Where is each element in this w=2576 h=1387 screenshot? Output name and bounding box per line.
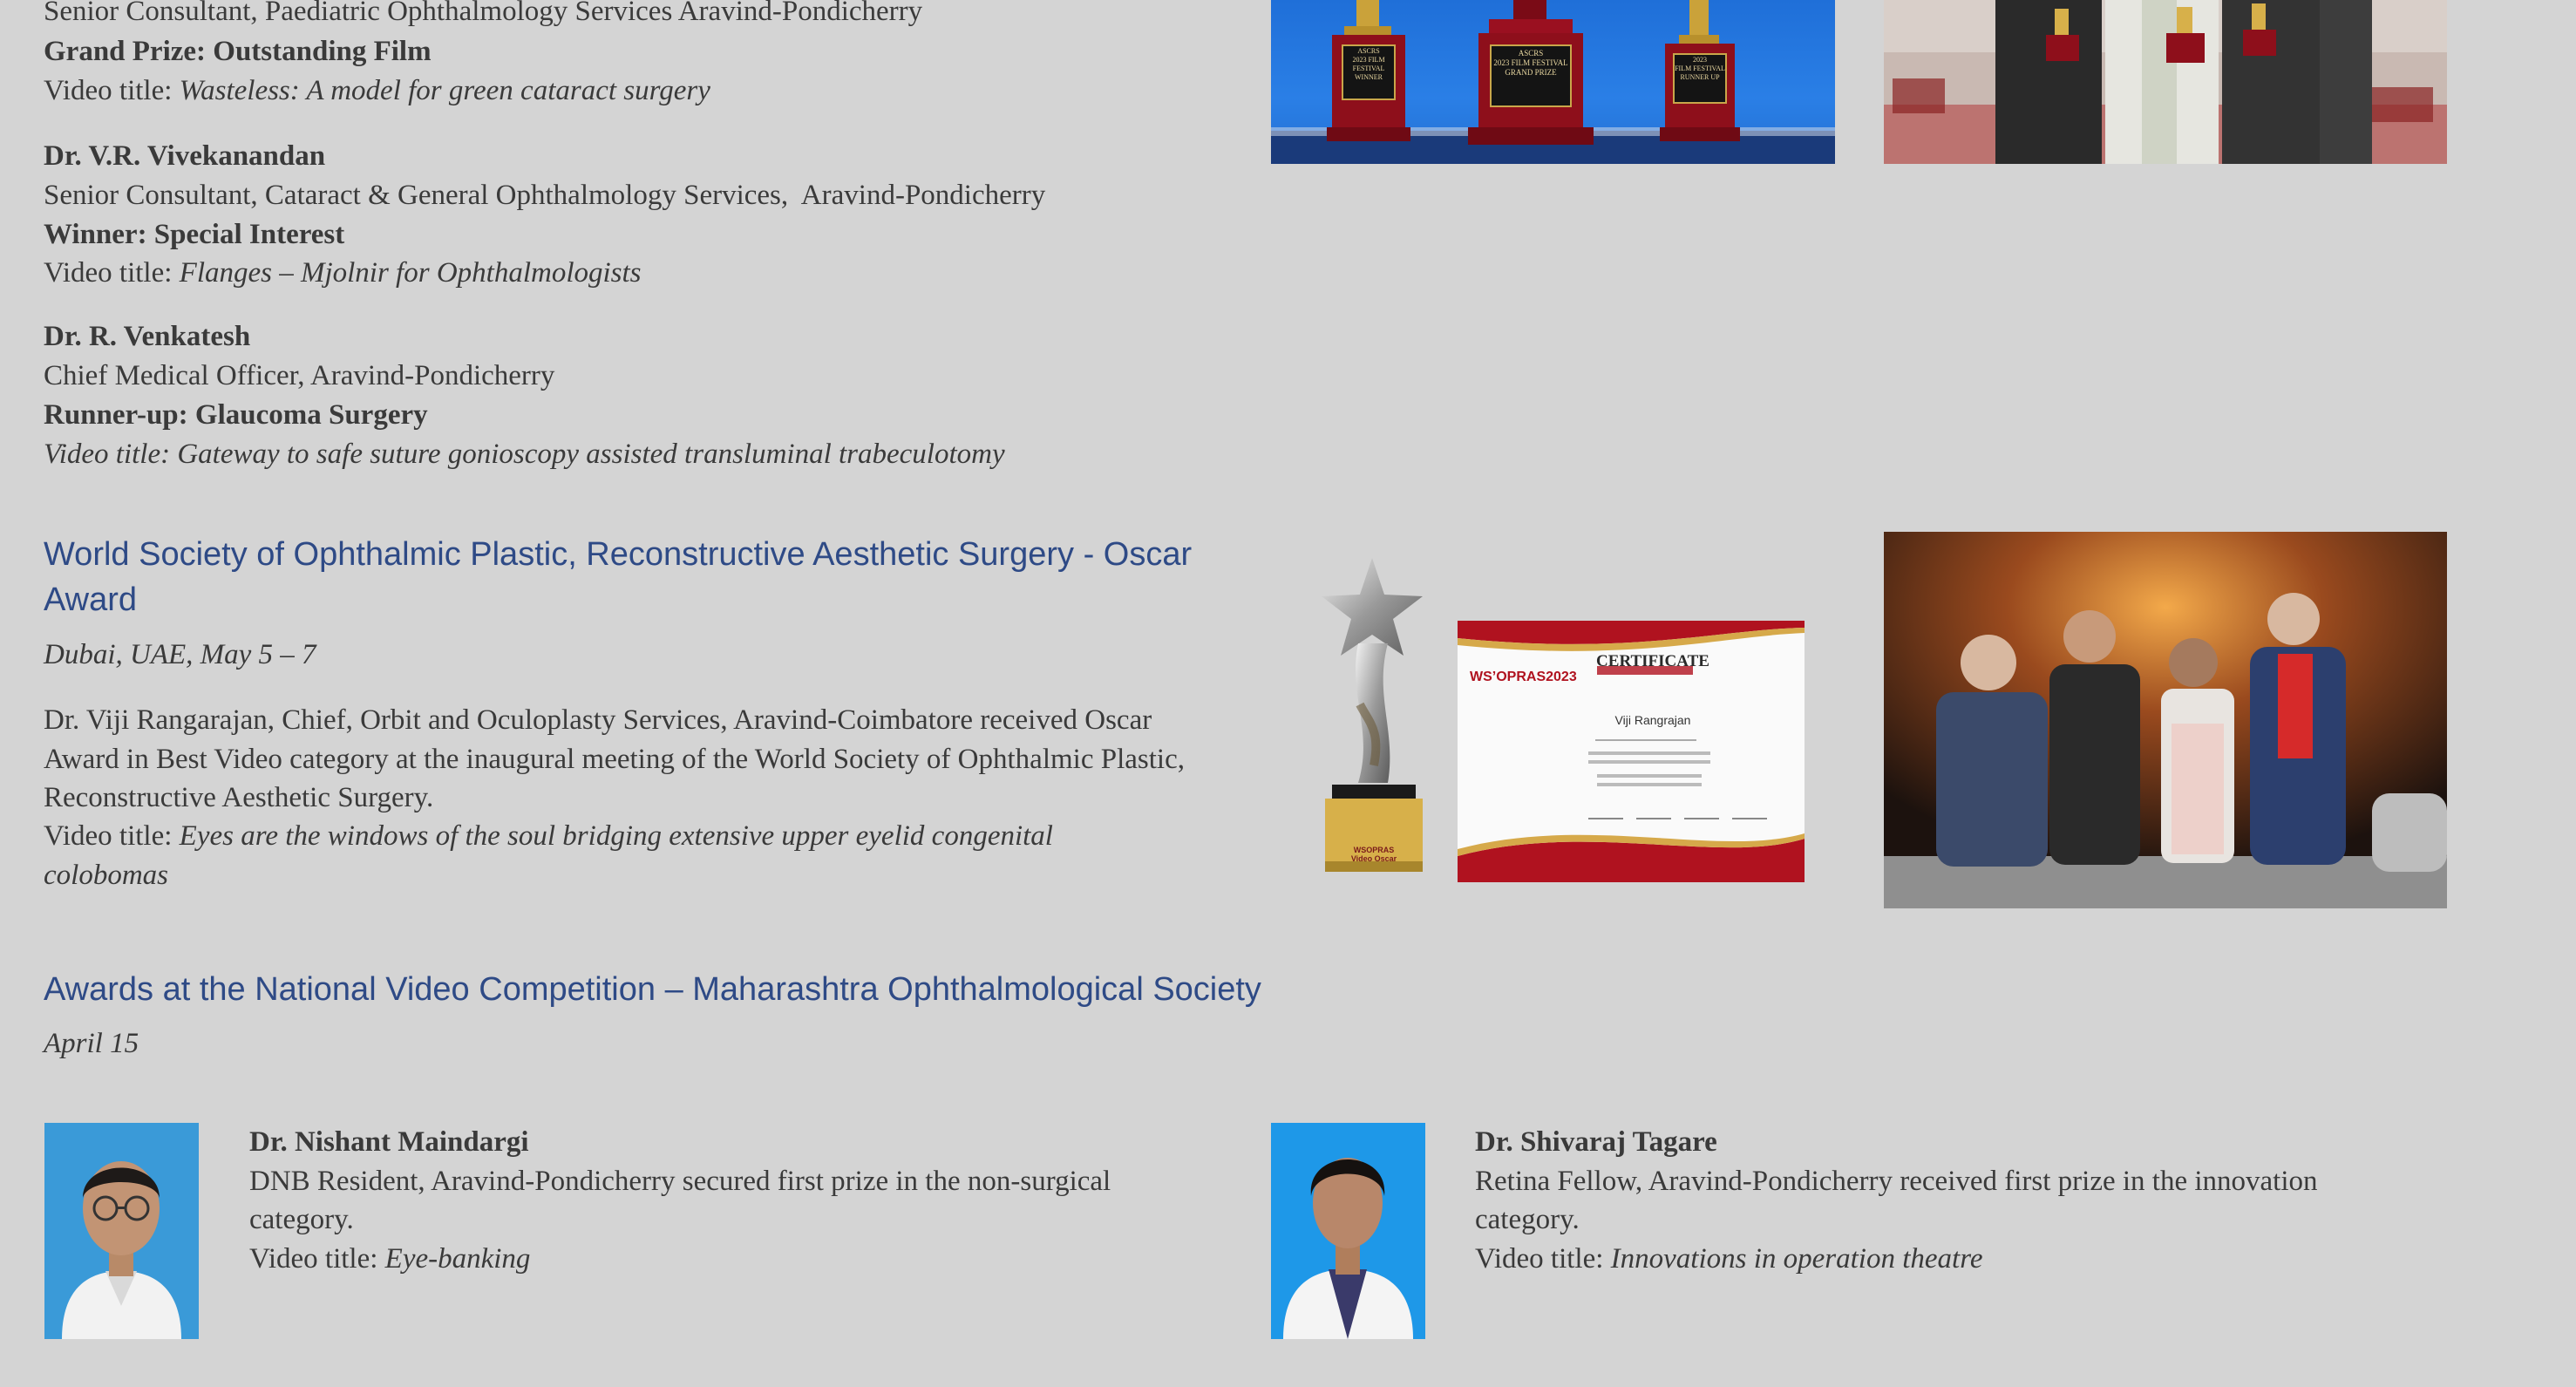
plaque-text: FILM FESTIVAL: [1675, 65, 1725, 72]
maindargi-portrait: [44, 1123, 199, 1339]
video-title: Eyes are the windows of the soul bridgin…: [44, 820, 1053, 891]
tagare-line1: Retina Fellow, Aravind-Pondicherry recei…: [1475, 1166, 2318, 1197]
venkatesh-role: Chief Medical Officer, Aravind-Pondicher…: [44, 360, 555, 391]
venkatesh-video-line: Video title: Gateway to safe suture goni…: [44, 439, 1005, 470]
video-prefix: Video title:: [44, 75, 180, 106]
trophy-base-text: WSOPRAS Video Oscar: [1325, 846, 1423, 863]
maindargi-name: Dr. Nishant Maindargi: [249, 1126, 529, 1158]
video-prefix: Video title:: [44, 820, 180, 852]
plaque-text: GRAND PRIZE: [1505, 68, 1557, 77]
top-video-line: Video title: Wasteless: A model for gree…: [44, 71, 710, 111]
vivekanandan-role: Senior Consultant, Cataract & General Op…: [44, 180, 1046, 211]
wsopras-body: Dr. Viji Rangarajan, Chief, Orbit and Oc…: [44, 704, 1185, 813]
maindargi-line2: category.: [249, 1204, 354, 1235]
plaque-text: 2023 FILM FESTIVAL: [1352, 56, 1385, 72]
tagare-video-line: Video title: Innovations in operation th…: [1475, 1240, 1982, 1279]
vivekanandan-prize: Winner: Special Interest: [44, 219, 345, 250]
video-title: Eye-banking: [384, 1243, 531, 1275]
certificate-title: CERTIFICATE: [1596, 652, 1709, 670]
video-prefix: Video title:: [44, 257, 180, 289]
video-title: Flanges – Mjolnir for Ophthalmologists: [179, 257, 642, 289]
video-title: Wasteless: A model for green cataract su…: [179, 75, 710, 106]
plaque-text: 2023 FILM FESTIVAL: [1493, 58, 1568, 67]
trophies-photo: ASCRS 2023 FILM FESTIVAL WINNER ASCRS 20…: [1271, 0, 1835, 164]
video-prefix: Video title:: [1475, 1243, 1611, 1275]
wsopras-heading-line1: World Society of Ophthalmic Plastic, Rec…: [44, 536, 1193, 573]
maindargi-video-line: Video title: Eye-banking: [249, 1240, 530, 1279]
top-role-line: Senior Consultant, Paediatric Ophthalmol…: [44, 0, 923, 27]
tagare-name: Dr. Shivaraj Tagare: [1475, 1126, 1717, 1158]
venkatesh-name: Dr. R. Venkatesh: [44, 321, 251, 352]
tagare-line2: category.: [1475, 1204, 1580, 1235]
plaque-text: RUNNER UP: [1680, 73, 1720, 81]
certificate-image: WS’OPRAS2023 CERTIFICATE Viji Rangrajan: [1458, 621, 1805, 882]
plaque-text: ASCRS: [1357, 47, 1380, 55]
tagare-portrait: [1271, 1123, 1425, 1339]
plaque-text: 2023: [1693, 56, 1707, 64]
star-trophy-icon: [1322, 558, 1423, 872]
trophy-base-line: WSOPRAS: [1353, 846, 1395, 854]
certificate-logo: WS’OPRAS2023: [1470, 670, 1577, 684]
plaque-right: 2023 FILM FESTIVAL RUNNER UP: [1674, 56, 1726, 82]
maharashtra-heading: Awards at the National Video Competition…: [44, 971, 1261, 1008]
ceremony-illustration: [1884, 532, 2447, 908]
award-group-photo: [1884, 0, 2447, 164]
plaque-center: ASCRS 2023 FILM FESTIVAL GRAND PRIZE: [1491, 49, 1571, 78]
plaque-text: ASCRS: [1518, 49, 1544, 58]
plaque-left: ASCRS 2023 FILM FESTIVAL WINNER: [1342, 47, 1395, 82]
top-prize-label: Grand Prize: Outstanding Film: [44, 36, 432, 67]
vivekanandan-video-line: Video title: Flanges – Mjolnir for Ophth…: [44, 254, 642, 293]
group-illustration: [1884, 0, 2447, 164]
maindargi-photo: [44, 1123, 199, 1339]
maharashtra-date: April 15: [44, 1028, 139, 1059]
certificate-recipient: Viji Rangrajan: [1614, 713, 1691, 727]
video-title: Innovations in operation theatre: [1610, 1243, 1983, 1275]
tagare-photo: [1271, 1123, 1425, 1339]
ceremony-photo: [1884, 532, 2447, 908]
vivekanandan-name: Dr. V.R. Vivekanandan: [44, 140, 326, 172]
plaque-text: WINNER: [1355, 73, 1383, 81]
video-prefix: Video title:: [249, 1243, 385, 1275]
wsopras-video-line: Video title: Eyes are the windows of the…: [44, 817, 1168, 894]
star-trophy-image: WSOPRAS Video Oscar: [1313, 556, 1426, 880]
wsopras-heading-line2: Award: [44, 581, 138, 618]
maindargi-line1: DNB Resident, Aravind-Pondicherry secure…: [249, 1166, 1111, 1197]
trophy-base-line: Video Oscar: [1350, 854, 1397, 863]
venkatesh-prize: Runner-up: Glaucoma Surgery: [44, 399, 428, 431]
wsopras-place-date: Dubai, UAE, May 5 – 7: [44, 639, 316, 670]
trophies-illustration: [1271, 0, 1835, 164]
